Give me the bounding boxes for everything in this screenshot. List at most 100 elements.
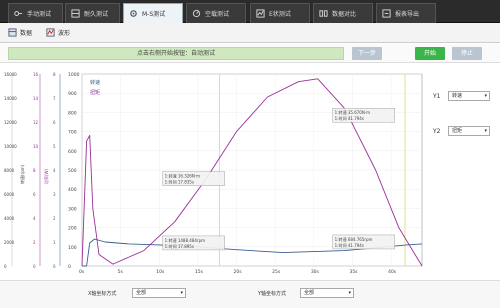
speed-axis-tick-label: 8: [53, 72, 56, 77]
key-icon: [14, 11, 23, 16]
main-y-tick-label: 600: [68, 149, 77, 155]
annotation-line-1: 1:转速 35.670N·m: [335, 109, 370, 115]
tab-label: 耐久测试: [84, 11, 109, 18]
tab-e-test[interactable]: E状测试: [250, 3, 310, 23]
x-tick-label: 30s: [311, 269, 320, 275]
main-y-tick-label: 900: [68, 91, 77, 97]
y2-select[interactable]: 扭矩 ▾: [448, 126, 490, 136]
annotation-line-2: 1:时间 17.835s: [165, 179, 194, 185]
main-y-tick-label: 800: [68, 110, 77, 116]
y-axis-mode-value: 全部: [304, 290, 315, 296]
x-tick-label: 40s: [388, 269, 397, 275]
y1-select-value: 转速: [452, 93, 463, 99]
power-axis-tick-label: 4: [33, 216, 36, 221]
speed-axis-tick-label: 1: [53, 240, 56, 245]
far-axis-tick-label: 4000: [4, 216, 15, 221]
status-message: 点击右侧开始按钮：自动测试: [8, 47, 344, 60]
legend-speed: 转速: [90, 79, 100, 86]
data-view-label: 数据: [20, 30, 33, 37]
power-axis-tick-label: 14: [33, 96, 39, 101]
y2-select-value: 扭矩: [452, 128, 463, 134]
power-axis-tick-label: 8: [33, 168, 36, 173]
power-axis-tick-label: 10: [33, 144, 39, 149]
speed-axis-title: 转速(rpm): [19, 164, 25, 184]
tab-label: 报表导出: [395, 11, 420, 18]
waveform-view-button[interactable]: 波形: [46, 28, 70, 37]
chevron-down-icon: ▾: [180, 290, 183, 296]
y2-label: Y2: [433, 128, 441, 135]
speed-axis-tick-label: 3: [53, 192, 56, 197]
annotation-line-1: 1:转速 1488.484rpm: [165, 237, 205, 243]
chevron-down-icon: ▾: [348, 290, 351, 296]
speed-axis-tick-label: 2: [53, 216, 56, 221]
power-axis-title: 功率(W): [43, 168, 49, 184]
tab-label: 手动测试: [27, 11, 52, 18]
speed-axis-tick-label: 7: [53, 96, 56, 101]
tab-label: 空载测试: [205, 11, 230, 18]
tab-label: E状测试: [269, 11, 291, 18]
y-axis-mode-select[interactable]: 全部 ▾: [300, 288, 354, 298]
x-tick-label: 25s: [272, 269, 281, 275]
status-row: 点击右侧开始按钮：自动测试 下一步 开始 停止: [0, 44, 500, 63]
main-y-tick-label: 500: [68, 168, 77, 174]
next-step-button[interactable]: 下一步: [352, 47, 382, 60]
export-icon: [382, 9, 391, 18]
chevron-down-icon: ▾: [484, 128, 487, 134]
tab-report-export[interactable]: 报表导出: [376, 3, 436, 23]
far-axis-tick-label: 10000: [4, 144, 17, 149]
far-axis-tick-label: 2000: [4, 240, 15, 245]
x-tick-label: 5s: [118, 269, 124, 275]
y1-select[interactable]: 转速 ▾: [448, 91, 490, 101]
tab-durability-test[interactable]: 耐久测试: [65, 3, 120, 23]
torque-speed-chart: 0200040006000800010000120001400016000024…: [4, 72, 423, 275]
main-y-tick-label: 700: [68, 130, 77, 136]
tab-manual-test[interactable]: 手动测试: [8, 3, 63, 23]
waveform-view-label: 波形: [58, 30, 71, 37]
start-button[interactable]: 开始: [415, 47, 445, 60]
compare-icon: [319, 10, 328, 17]
speed-axis-tick-label: 4: [53, 168, 56, 173]
bottom-bar: X轴坐标方式 全部 ▾ Y轴坐标方式 全部 ▾: [0, 280, 500, 308]
stop-button[interactable]: 停止: [452, 47, 482, 60]
annotation-line-2: 1:时间 41.794s: [335, 115, 364, 121]
tab-noload-test[interactable]: 空载测试: [186, 3, 246, 23]
x-tick-label: 10s: [156, 269, 165, 275]
gauge-icon: [192, 9, 201, 18]
annotation-line-2: 1:时间 17.895s: [165, 243, 194, 249]
speed-axis-tick-label: 5: [53, 144, 56, 149]
tab-label: M-S测试: [142, 11, 166, 18]
x-axis-mode-select[interactable]: 全部 ▾: [132, 288, 186, 298]
chevron-down-icon: ▾: [484, 93, 487, 99]
y-axis-mode-label: Y轴坐标方式: [258, 291, 287, 297]
x-tick-label: 20s: [234, 269, 243, 275]
far-axis-tick-label: 0: [4, 264, 7, 269]
view-toolbar: 数据 波形: [0, 23, 500, 43]
tab-ms-test[interactable]: M-S测试: [123, 3, 183, 23]
grid-icon: [71, 9, 80, 18]
power-axis-tick-label: 16: [33, 72, 39, 77]
data-view-button[interactable]: 数据: [8, 28, 32, 37]
far-axis-tick-label: 8000: [4, 168, 15, 173]
tab-data-compare[interactable]: 数据对比: [313, 3, 373, 23]
x-tick-label: 35s: [349, 269, 358, 275]
table-icon: [8, 28, 17, 37]
far-axis-tick-label: 16000: [4, 72, 17, 77]
x-tick-label: 15s: [195, 269, 204, 275]
power-axis-tick-label: 6: [33, 192, 36, 197]
main-y-tick-label: 1000: [68, 72, 80, 78]
speed-axis-tick-label: 0: [53, 264, 56, 269]
annotation-line-2: 1:时间 41.794s: [335, 242, 364, 248]
far-axis-tick-label: 12000: [4, 120, 17, 125]
power-axis-tick-label: 0: [33, 264, 36, 269]
chart-area: 0 2000 4000 6000 8000 10000 12000 14000 16000 0 2 4…: [0, 64, 425, 278]
gear-icon: [130, 10, 137, 17]
chart-icon: [256, 9, 265, 18]
annotation-line-1: 1:转速 684.765rpm: [335, 236, 373, 242]
x-axis-mode-value: 全部: [136, 290, 147, 296]
main-y-tick-label: 300: [68, 206, 77, 212]
annotation-line-1: 1:转速 16.326N·m: [165, 173, 200, 179]
legend-torque: 扭矩: [90, 89, 100, 96]
power-axis-tick-label: 2: [33, 240, 36, 245]
main-y-tick-label: 100: [68, 245, 77, 251]
far-axis-tick-label: 6000: [4, 192, 15, 197]
